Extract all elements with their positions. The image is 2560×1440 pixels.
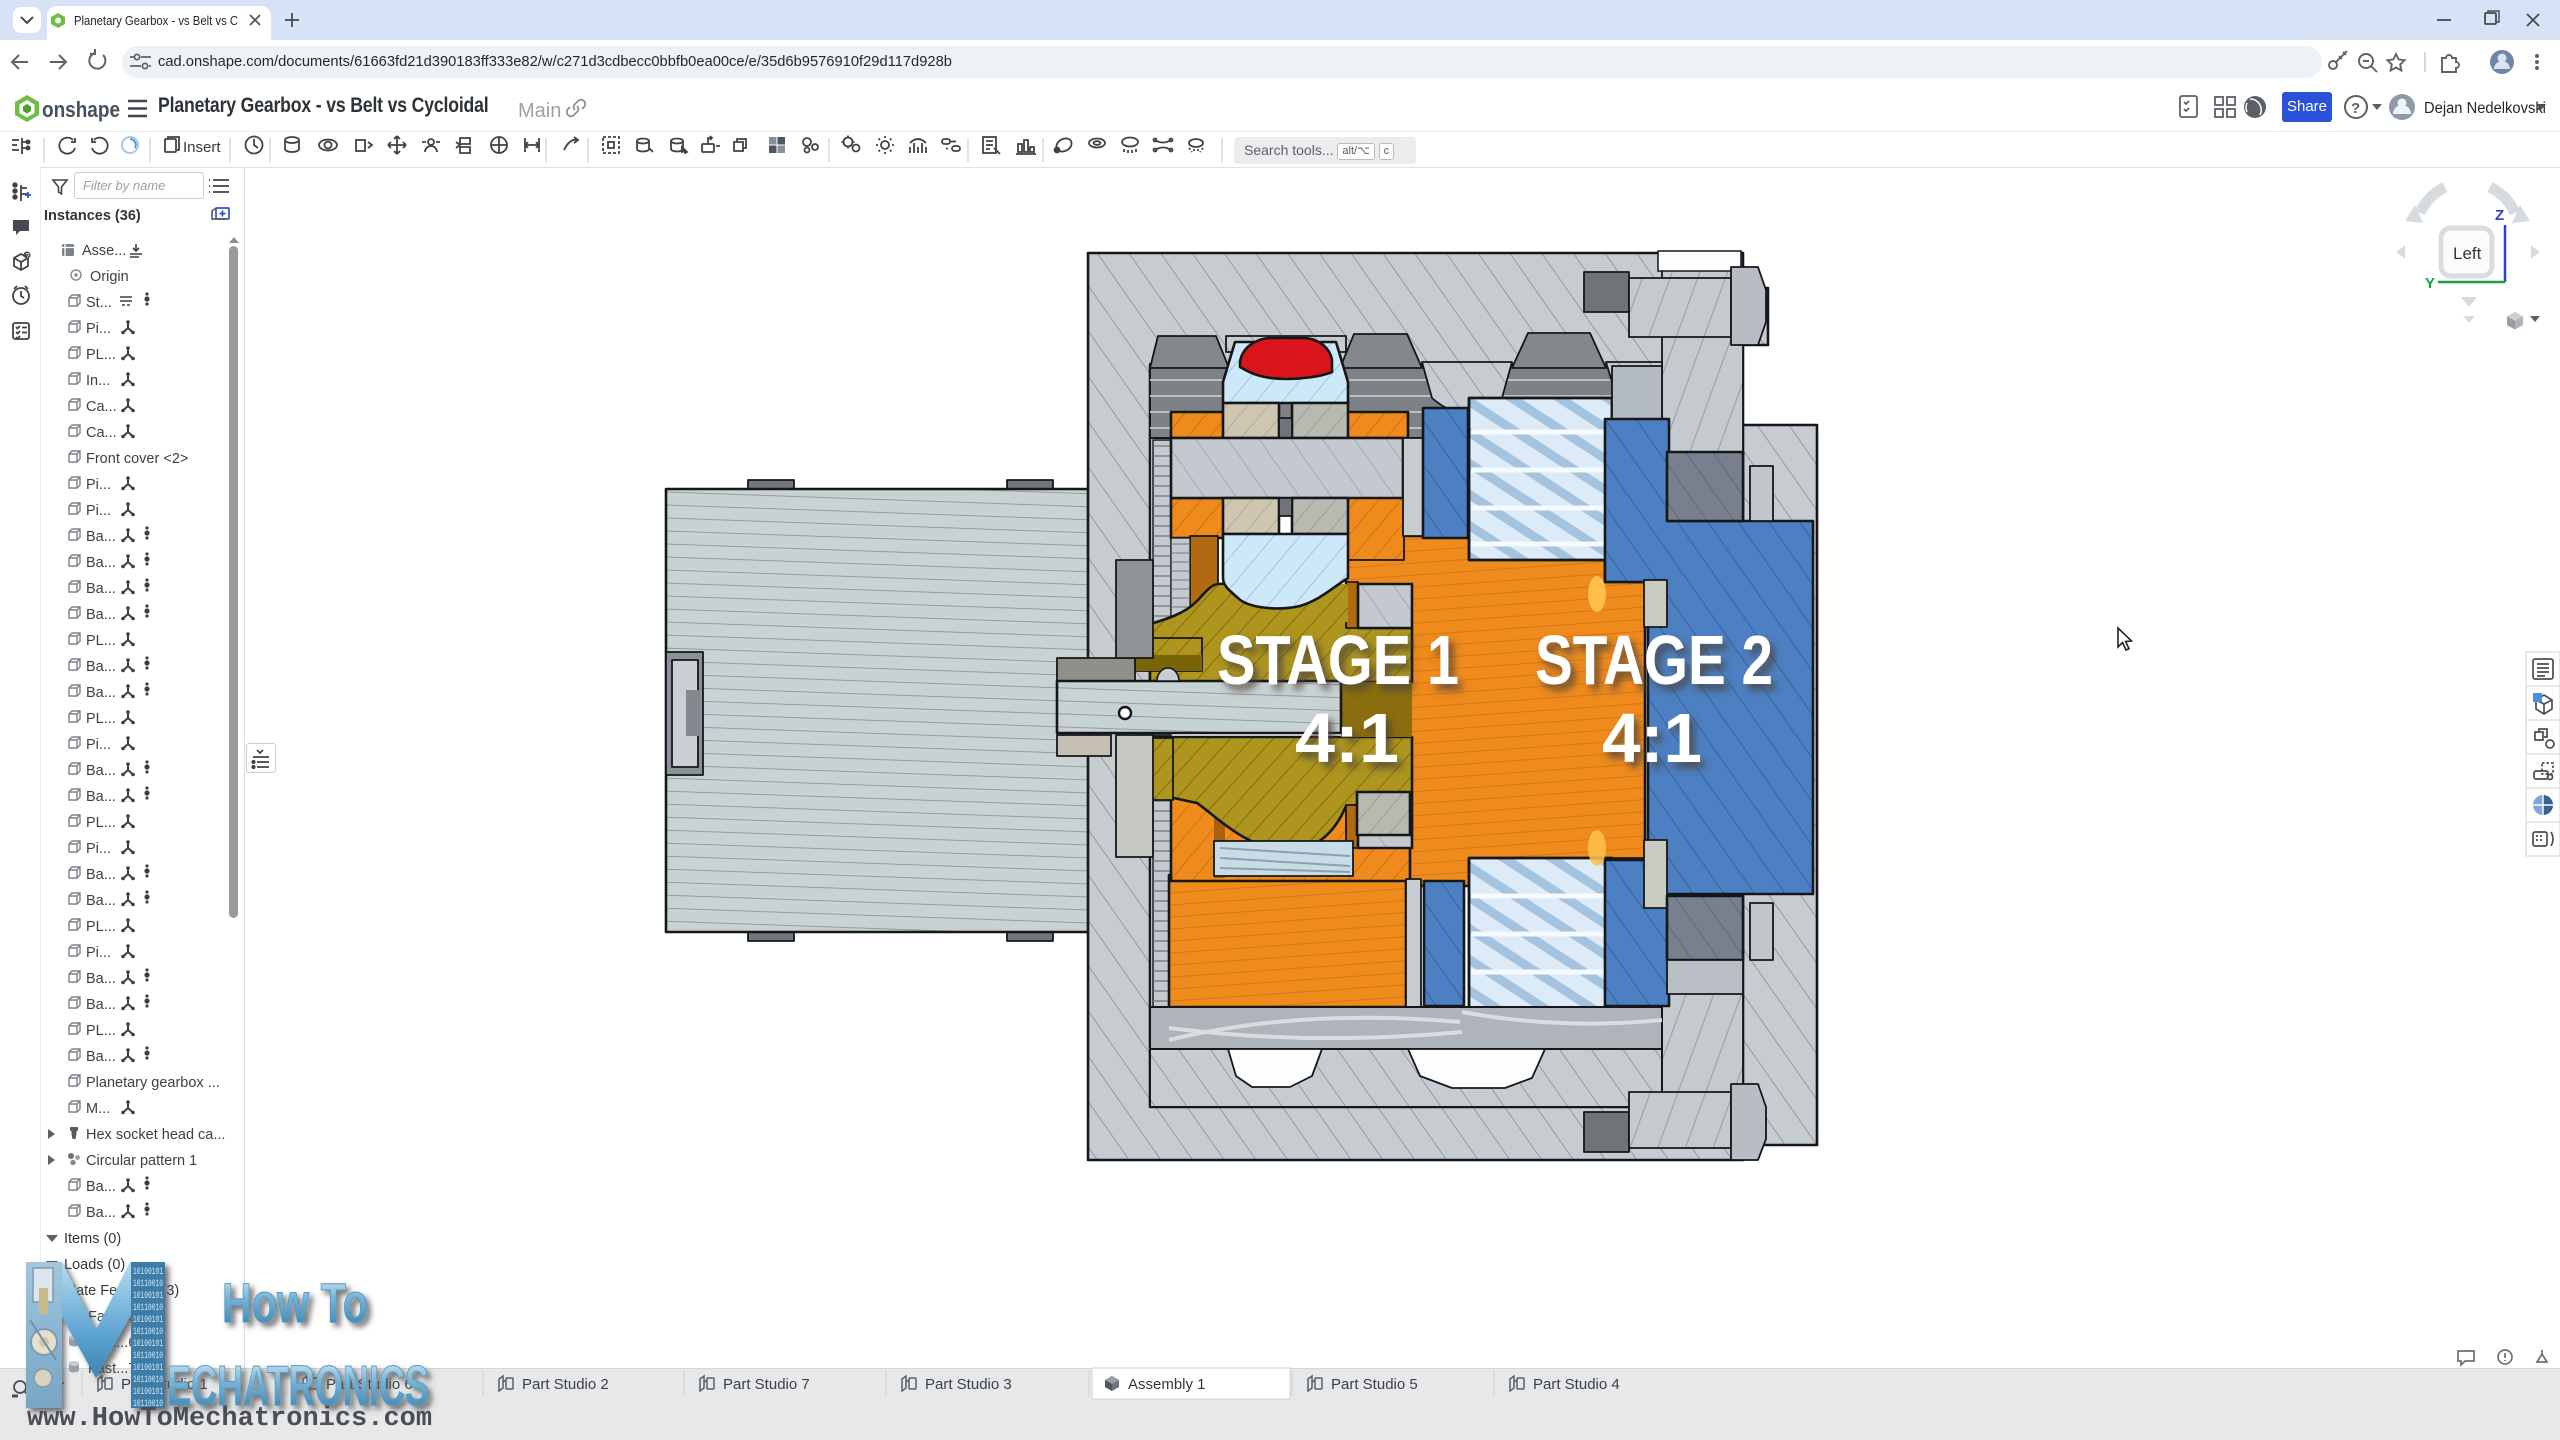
svg-text:Ba...: Ba... bbox=[86, 555, 116, 571]
svg-text:Pi...: Pi... bbox=[86, 321, 111, 337]
svg-text:Front cover <2>: Front cover <2> bbox=[86, 451, 188, 467]
svg-text:Ba...: Ba... bbox=[86, 789, 116, 805]
svg-text:10110010: 10110010 bbox=[133, 1303, 163, 1314]
svg-text:Origin: Origin bbox=[90, 269, 129, 285]
svg-text:Y: Y bbox=[2425, 275, 2435, 292]
svg-text:10100101: 10100101 bbox=[133, 1339, 163, 1350]
svg-text:onshape: onshape bbox=[42, 97, 120, 122]
svg-text:PL...: PL... bbox=[86, 633, 116, 649]
svg-text:Asse...: Asse... bbox=[82, 243, 126, 259]
svg-text:Ba...: Ba... bbox=[86, 529, 116, 545]
svg-text:Ba...: Ba... bbox=[86, 685, 116, 701]
svg-text:Pi...: Pi... bbox=[86, 477, 111, 493]
svg-text:10100101: 10100101 bbox=[133, 1291, 163, 1302]
svg-text:Ca...: Ca... bbox=[86, 425, 117, 441]
svg-text:Ba...: Ba... bbox=[86, 997, 116, 1013]
svg-text:Part Studio 3: Part Studio 3 bbox=[925, 1376, 1012, 1393]
svg-text:PL...: PL... bbox=[86, 815, 116, 831]
svg-text:Ba...: Ba... bbox=[86, 1179, 116, 1195]
svg-text:Insert: Insert bbox=[183, 139, 221, 156]
svg-text:?: ? bbox=[2351, 100, 2360, 117]
svg-text:How To: How To bbox=[222, 1271, 368, 1334]
svg-text:In...: In... bbox=[86, 373, 110, 389]
svg-text:Ba...: Ba... bbox=[86, 1205, 116, 1221]
svg-text:Part Studio 5: Part Studio 5 bbox=[1331, 1376, 1418, 1393]
svg-text:10110010: 10110010 bbox=[133, 1327, 163, 1338]
svg-text:Ba...: Ba... bbox=[86, 659, 116, 675]
svg-text:Ba...: Ba... bbox=[86, 1049, 116, 1065]
svg-text:Pi...: Pi... bbox=[86, 841, 111, 857]
svg-text:Pi...: Pi... bbox=[86, 503, 111, 519]
svg-text:10100101: 10100101 bbox=[133, 1315, 163, 1326]
svg-text:Ba...: Ba... bbox=[86, 763, 116, 779]
svg-text:10110010: 10110010 bbox=[133, 1375, 163, 1386]
svg-text:St...: St... bbox=[86, 295, 112, 311]
svg-text:PL...: PL... bbox=[86, 919, 116, 935]
svg-text:Part Studio 7: Part Studio 7 bbox=[723, 1376, 810, 1393]
svg-text:PL...: PL... bbox=[86, 347, 116, 363]
svg-text:Planetary gearbox ...: Planetary gearbox ... bbox=[86, 1075, 220, 1091]
svg-text:Loads (0): Loads (0) bbox=[64, 1257, 125, 1273]
svg-text:10100101: 10100101 bbox=[133, 1387, 163, 1398]
svg-text:Assembly 1: Assembly 1 bbox=[1128, 1376, 1206, 1393]
svg-text:Ba...: Ba... bbox=[86, 867, 116, 883]
svg-text:Ba...: Ba... bbox=[86, 581, 116, 597]
svg-text:Z: Z bbox=[2495, 207, 2504, 224]
svg-text:10100101: 10100101 bbox=[133, 1267, 163, 1278]
svg-text:Ba...: Ba... bbox=[86, 893, 116, 909]
svg-text:Items (0): Items (0) bbox=[64, 1231, 121, 1247]
svg-text:Circular pattern 1: Circular pattern 1 bbox=[86, 1153, 197, 1169]
svg-text:Left: Left bbox=[2453, 244, 2482, 263]
svg-text:10100101: 10100101 bbox=[133, 1363, 163, 1374]
svg-text:Hex socket head ca...: Hex socket head ca... bbox=[86, 1127, 225, 1143]
svg-text:Ba...: Ba... bbox=[86, 971, 116, 987]
svg-text:Ba...: Ba... bbox=[86, 607, 116, 623]
svg-text:PL...: PL... bbox=[86, 1023, 116, 1039]
svg-text:PL...: PL... bbox=[86, 711, 116, 727]
svg-text:Part Studio 2: Part Studio 2 bbox=[522, 1376, 609, 1393]
svg-text:Part Studio 4: Part Studio 4 bbox=[1533, 1376, 1620, 1393]
svg-text:10110010: 10110010 bbox=[133, 1351, 163, 1362]
svg-text:M...: M... bbox=[86, 1101, 110, 1117]
svg-text:Ca...: Ca... bbox=[86, 399, 117, 415]
svg-text:Pi...: Pi... bbox=[86, 737, 111, 753]
svg-text:Pi...: Pi... bbox=[86, 945, 111, 961]
svg-text:?: ? bbox=[26, 253, 30, 260]
svg-text:10110010: 10110010 bbox=[133, 1279, 163, 1290]
